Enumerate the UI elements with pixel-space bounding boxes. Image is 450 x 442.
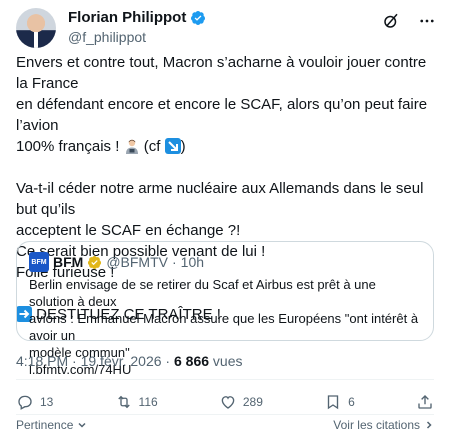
- bookmark-icon: [327, 395, 339, 410]
- chevron-down-icon: [78, 422, 86, 428]
- meta-separator: ·: [171, 254, 177, 270]
- reply-count: 13: [40, 395, 54, 409]
- author-name-row: Florian Philippot: [68, 9, 206, 26]
- sort-replies-dropdown[interactable]: Pertinence: [16, 418, 87, 432]
- heart-icon: [221, 396, 235, 409]
- divider: [16, 414, 434, 415]
- man-technologist-emoji-icon: [125, 139, 138, 154]
- tweet-line: en défendant encore et encore le SCAF, a…: [16, 96, 432, 134]
- share-button[interactable]: [416, 393, 434, 411]
- author-handle[interactable]: @f_philippot: [68, 29, 146, 45]
- share-icon: [418, 395, 432, 409]
- tweet-line-text: ): [180, 138, 186, 155]
- view-quotes-link[interactable]: Voir les citations: [333, 418, 434, 432]
- quoted-line: avions : Emmanuel Macron assure que les …: [29, 311, 419, 343]
- tweet-meta: 4:18 PM · 19 févr. 2026 · 6 866 vues: [16, 353, 243, 369]
- divider: [16, 379, 434, 380]
- repost-icon: [117, 395, 130, 409]
- meta-separator: ·: [68, 353, 81, 369]
- quoted-line: Berlin envisage de se retirer du Scaf et…: [29, 277, 376, 309]
- tweet-line-text: (cf: [139, 138, 165, 155]
- author-name[interactable]: Florian Philippot: [68, 9, 186, 26]
- views-label: vues: [209, 353, 243, 369]
- quoted-author-handle: @BFMTV: [106, 254, 168, 270]
- tweet-line-text: 100% français !: [16, 138, 124, 155]
- action-bar: 13 116 289 6: [16, 392, 434, 412]
- quoted-time: 10h: [180, 254, 205, 270]
- reply-icon: [18, 395, 32, 410]
- quoted-author-name: BFM: [53, 254, 84, 270]
- bfm-logo: BFM: [29, 252, 49, 272]
- tweet-date[interactable]: 19 févr. 2026: [81, 353, 162, 369]
- gold-verified-badge-icon: [88, 255, 102, 269]
- views-count: 6 866: [174, 353, 210, 369]
- bookmark-button[interactable]: 6: [324, 393, 355, 411]
- avatar[interactable]: [16, 8, 56, 48]
- tweet-line: Envers et contre tout, Macron s’acharne …: [16, 54, 431, 92]
- reply-button[interactable]: 13: [16, 393, 53, 411]
- meta-separator: ·: [161, 353, 174, 369]
- view-quotes-label: Voir les citations: [333, 418, 420, 432]
- repost-count: 116: [138, 395, 158, 409]
- header-actions: [382, 12, 436, 30]
- tweet-line: 100% français ! (cf ): [16, 136, 436, 157]
- like-button[interactable]: 289: [219, 393, 263, 411]
- grok-icon[interactable]: [382, 12, 400, 30]
- tweet-line: Va-t-il céder notre arme nucléaire aux A…: [16, 180, 428, 218]
- chevron-right-icon: [426, 421, 432, 429]
- tweet-time[interactable]: 4:18 PM: [16, 353, 68, 369]
- replies-toolbar: Pertinence Voir les citations: [16, 418, 434, 432]
- quoted-tweet-header: BFM BFM @BFMTV · 10h: [29, 252, 421, 272]
- more-options-icon[interactable]: [418, 12, 436, 30]
- repost-button[interactable]: 116: [115, 393, 158, 411]
- arrow-down-right-icon: [164, 138, 181, 154]
- quoted-tweet[interactable]: BFM BFM @BFMTV · 10h Berlin envisage de …: [16, 241, 434, 377]
- like-count: 289: [242, 395, 263, 409]
- bookmark-count: 6: [348, 395, 355, 409]
- tweet-line: acceptent le SCAF en échange ?!: [16, 222, 241, 239]
- verified-badge-icon: [191, 10, 206, 25]
- sort-label: Pertinence: [16, 418, 74, 432]
- tweet-header: Florian Philippot @f_philippot: [16, 8, 436, 48]
